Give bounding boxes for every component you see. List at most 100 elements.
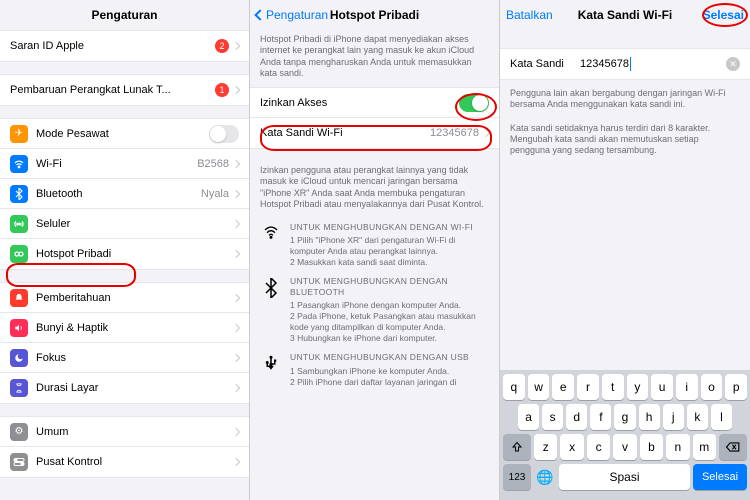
row-label: Pembaruan Perangkat Lunak T... — [10, 84, 215, 96]
key-z[interactable]: z — [534, 434, 557, 460]
key-s[interactable]: s — [542, 404, 563, 430]
password-field[interactable]: Kata Sandi 12345678 ✕ — [500, 48, 750, 80]
moon-icon — [10, 349, 28, 367]
chevron-right-icon — [232, 384, 240, 392]
key-k[interactable]: k — [687, 404, 708, 430]
row-label: Izinkan Akses — [260, 97, 459, 109]
instr-heading: UNTUK MENGHUBUNGKAN DENGAN USB — [290, 352, 489, 363]
airplane-toggle[interactable] — [209, 125, 239, 143]
wifi-icon — [10, 155, 28, 173]
allow-access-toggle[interactable] — [459, 94, 489, 112]
key-a[interactable]: a — [518, 404, 539, 430]
row-hotspot[interactable]: Hotspot Pribadi — [0, 239, 249, 269]
row-label: Saran ID Apple — [10, 40, 215, 52]
key-c[interactable]: c — [587, 434, 610, 460]
row-label: Bunyi & Haptik — [36, 322, 233, 334]
instr-step: 1 Pilih "iPhone XR" dari pengaturan Wi-F… — [290, 235, 489, 257]
switches-icon — [10, 453, 28, 471]
keyboard-row-4: 123 🌐 Spasi Selesai — [503, 464, 747, 490]
key-b[interactable]: b — [640, 434, 663, 460]
keyboard-row-2: a s d f g h j k l — [503, 404, 747, 430]
chevron-right-icon — [232, 42, 240, 50]
done-button[interactable]: Selesai — [703, 8, 744, 22]
row-notifications[interactable]: Pemberitahuan — [0, 283, 249, 313]
cancel-button[interactable]: Batalkan — [506, 8, 553, 22]
key-w[interactable]: w — [528, 374, 550, 400]
row-update[interactable]: Pembaruan Perangkat Lunak T... 1 — [0, 75, 249, 105]
cellular-icon — [10, 215, 28, 233]
key-t[interactable]: t — [602, 374, 624, 400]
bell-icon — [10, 289, 28, 307]
field-label: Kata Sandi — [510, 58, 580, 70]
key-j[interactable]: j — [663, 404, 684, 430]
row-label: Seluler — [36, 218, 233, 230]
row-label: Umum — [36, 426, 233, 438]
row-bluetooth[interactable]: Bluetooth Nyala — [0, 179, 249, 209]
chevron-right-icon — [232, 159, 240, 167]
page-title: Kata Sandi Wi-Fi — [578, 8, 673, 22]
hourglass-icon — [10, 379, 28, 397]
key-y[interactable]: y — [627, 374, 649, 400]
gear-icon: ⚙ — [10, 423, 28, 441]
badge: 2 — [215, 39, 229, 53]
key-shift[interactable] — [503, 434, 531, 460]
row-general[interactable]: ⚙ Umum — [0, 417, 249, 447]
intro-note: Hotspot Pribadi di iPhone dapat menyedia… — [250, 30, 499, 87]
row-airplane[interactable]: ✈ Mode Pesawat — [0, 119, 249, 149]
row-wifi[interactable]: Wi-Fi B2568 — [0, 149, 249, 179]
row-control-center[interactable]: Pusat Kontrol — [0, 447, 249, 477]
usb-icon — [260, 352, 282, 387]
key-u[interactable]: u — [651, 374, 673, 400]
airplane-icon: ✈ — [10, 125, 28, 143]
key-backspace[interactable] — [719, 434, 747, 460]
row-appleid[interactable]: Saran ID Apple 2 — [0, 31, 249, 61]
key-v[interactable]: v — [613, 434, 636, 460]
instr-heading: UNTUK MENGHUBUNGKAN DENGAN WI-FI — [290, 222, 489, 233]
row-sounds[interactable]: Bunyi & Haptik — [0, 313, 249, 343]
instr-step: 1 Pasangkan iPhone dengan komputer Anda. — [290, 300, 489, 311]
instr-step: 1 Sambungkan iPhone ke komputer Anda. — [290, 366, 489, 377]
key-g[interactable]: g — [614, 404, 635, 430]
key-e[interactable]: e — [552, 374, 574, 400]
row-focus[interactable]: Fokus — [0, 343, 249, 373]
instr-bluetooth: UNTUK MENGHUBUNGKAN DENGAN BLUETOOTH 1 P… — [250, 272, 499, 348]
header: Pengaturan — [0, 0, 249, 30]
key-f[interactable]: f — [590, 404, 611, 430]
key-globe[interactable]: 🌐 — [534, 464, 556, 490]
chevron-right-icon — [232, 458, 240, 466]
key-d[interactable]: d — [566, 404, 587, 430]
row-screentime[interactable]: Durasi Layar — [0, 373, 249, 403]
chevron-right-icon — [232, 250, 240, 258]
key-h[interactable]: h — [639, 404, 660, 430]
key-n[interactable]: n — [666, 434, 689, 460]
key-return[interactable]: Selesai — [693, 464, 747, 490]
key-p[interactable]: p — [725, 374, 747, 400]
key-space[interactable]: Spasi — [559, 464, 690, 490]
allow-note: Izinkan pengguna atau perangkat lainnya … — [250, 161, 499, 218]
key-q[interactable]: q — [503, 374, 525, 400]
instr-step: 2 Pilih iPhone dari daftar layanan jarin… — [290, 377, 489, 388]
instr-step: 2 Pada iPhone, ketuk Pasangkan atau masu… — [290, 311, 489, 333]
back-button[interactable]: Pengaturan — [256, 8, 328, 22]
key-i[interactable]: i — [676, 374, 698, 400]
key-m[interactable]: m — [693, 434, 716, 460]
chevron-left-icon — [254, 9, 265, 20]
chevron-right-icon — [232, 353, 240, 361]
row-wifi-password[interactable]: Kata Sandi Wi-Fi 12345678 — [250, 118, 499, 148]
row-value: Nyala — [201, 188, 229, 200]
key-r[interactable]: r — [577, 374, 599, 400]
chevron-right-icon — [232, 189, 240, 197]
key-123[interactable]: 123 — [503, 464, 531, 490]
key-o[interactable]: o — [701, 374, 723, 400]
clear-button[interactable]: ✕ — [726, 57, 740, 71]
bluetooth-icon — [10, 185, 28, 203]
keyboard-row-1: q w e r t y u i o p — [503, 374, 747, 400]
key-l[interactable]: l — [711, 404, 732, 430]
row-allow-access[interactable]: Izinkan Akses — [250, 88, 499, 118]
settings-screen: Pengaturan Saran ID Apple 2 Pembaruan Pe… — [0, 0, 250, 500]
row-cellular[interactable]: Seluler — [0, 209, 249, 239]
key-x[interactable]: x — [560, 434, 583, 460]
hotspot-icon — [10, 245, 28, 263]
instr-usb: UNTUK MENGHUBUNGKAN DENGAN USB 1 Sambung… — [250, 348, 499, 391]
chevron-right-icon — [232, 427, 240, 435]
